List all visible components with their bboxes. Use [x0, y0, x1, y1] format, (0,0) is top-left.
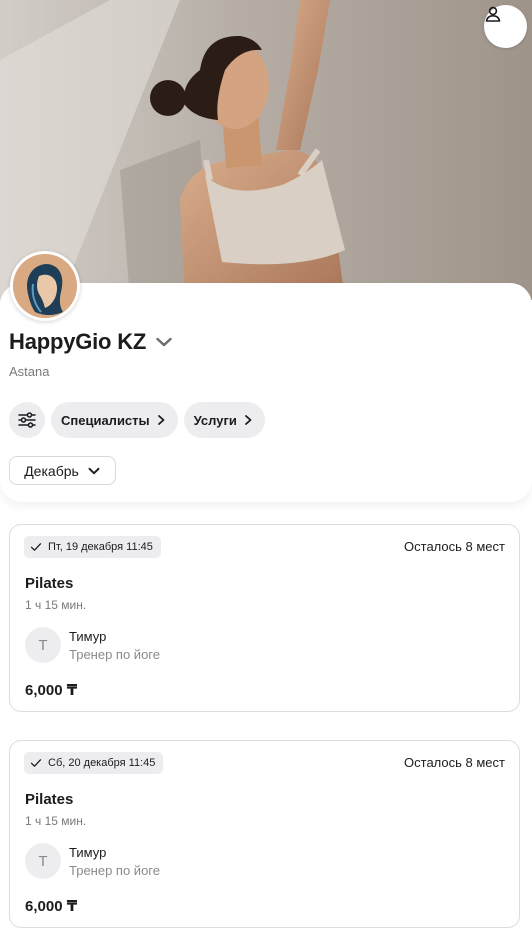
studio-logo-image [13, 254, 77, 318]
chevron-down-icon [88, 467, 100, 474]
class-duration: 1 ч 15 мин. [25, 598, 87, 612]
studio-logo-avatar [10, 251, 80, 321]
hero-banner-image [0, 0, 532, 300]
chip-specialists[interactable]: Специалисты [51, 402, 178, 438]
trainer-name: Тимур [69, 845, 107, 860]
sliders-icon [18, 412, 36, 428]
class-name: Pilates [25, 791, 74, 808]
session-date: Пт, 19 декабря 11:45 [48, 541, 153, 553]
trainer-role: Тренер по йоге [69, 647, 160, 662]
session-date-badge: Сб, 20 декабря 11:45 [24, 752, 164, 774]
month-dropdown-value: Декабрь [24, 462, 79, 479]
trainer-name: Тимур [69, 629, 107, 644]
account-button[interactable] [484, 5, 527, 48]
class-price: 6,000 ₸ [25, 898, 78, 915]
trainer-role: Тренер по йоге [69, 863, 160, 878]
class-price: 6,000 ₸ [25, 682, 78, 699]
chip-specialists-label: Специалисты [61, 412, 150, 428]
class-name: Pilates [25, 575, 74, 592]
studio-city: Astana [9, 364, 50, 379]
chip-services[interactable]: Услуги [183, 402, 265, 438]
spots-left: Осталось 8 мест [404, 539, 505, 554]
user-icon [485, 6, 501, 22]
chevron-down-icon [156, 337, 172, 347]
session-card[interactable]: Пт, 19 декабря 11:45 Осталось 8 мест Pil… [9, 524, 520, 712]
month-dropdown[interactable]: Декабрь [9, 456, 116, 485]
check-icon [30, 759, 42, 767]
filters-row: Специалисты Услуги [9, 402, 265, 438]
session-card[interactable]: Сб, 20 декабря 11:45 Осталось 8 мест Pil… [9, 740, 520, 928]
check-icon [30, 543, 42, 551]
chevron-right-icon [244, 415, 252, 425]
session-date: Сб, 20 декабря 11:45 [48, 757, 156, 769]
chip-services-label: Услуги [193, 412, 237, 428]
spots-left: Осталось 8 мест [404, 755, 505, 770]
trainer-avatar: Т [25, 627, 61, 663]
chevron-right-icon [157, 415, 165, 425]
studio-name: HappyGio KZ [9, 329, 147, 354]
hero-photo-illustration [0, 0, 532, 300]
studio-switcher[interactable]: HappyGio KZ [9, 329, 174, 355]
trainer-avatar: Т [25, 843, 61, 879]
session-date-badge: Пт, 19 декабря 11:45 [24, 536, 161, 558]
filter-settings-button[interactable] [9, 402, 45, 438]
class-duration: 1 ч 15 мин. [25, 814, 87, 828]
